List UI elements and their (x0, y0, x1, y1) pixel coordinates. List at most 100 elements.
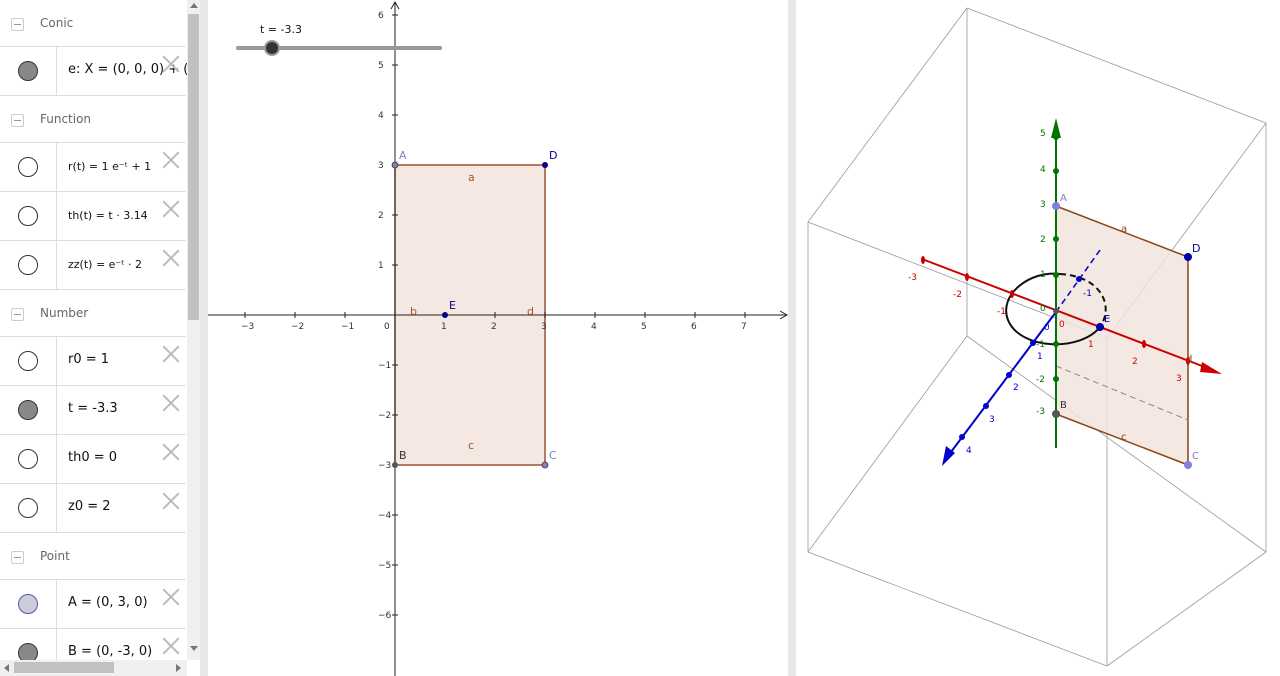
scroll-left-icon[interactable] (4, 664, 9, 672)
algebra-expression[interactable]: r0 = 1 (68, 352, 109, 367)
algebra-row-e[interactable]: e: X = (0, 0, 0) + ( (0, 47, 188, 96)
z-tick-label: 5 (1040, 129, 1046, 139)
point-E-3d[interactable] (1096, 323, 1104, 331)
panel-divider[interactable] (788, 0, 796, 676)
point-label-B-3d: B (1060, 400, 1067, 411)
point-label-D-3d: D (1192, 242, 1200, 255)
x-tick-label: 2 (1132, 357, 1138, 367)
algebra-expression[interactable]: A = (0, 3, 0) (68, 595, 148, 610)
z-tick-label: -3 (1036, 407, 1045, 417)
point-E[interactable] (442, 312, 448, 318)
z-tick-label: 1 (1040, 270, 1046, 280)
point-C-3d[interactable] (1184, 461, 1192, 469)
graphics-view-3d[interactable]: -3 -2 -1 1 2 3 -1 1 2 3 4 5 4 3 2 1 -1 -… (796, 0, 1280, 676)
delete-icon[interactable] (162, 345, 180, 363)
point-D-3d[interactable] (1184, 253, 1192, 261)
marble-cell (0, 192, 57, 240)
algebra-row-r0[interactable]: r0 = 1 (0, 337, 186, 386)
z-tick-label: 3 (1040, 200, 1046, 210)
visibility-toggle-icon[interactable] (18, 351, 38, 371)
delete-icon[interactable] (162, 249, 180, 267)
segment-label-d: d (527, 305, 534, 318)
segment-label-a-3d: a (1121, 224, 1127, 235)
origin-label: 0 (1059, 320, 1065, 330)
point-B[interactable] (392, 462, 398, 468)
segment-label-a: a (468, 171, 475, 184)
x-tick-label: 1 (1088, 340, 1094, 350)
y-tick-label: −5 (378, 561, 391, 571)
panel-divider[interactable] (200, 0, 208, 676)
y-tick-label: 2 (378, 211, 384, 221)
visibility-toggle-icon[interactable] (18, 157, 38, 177)
algebra-expression[interactable]: t = -3.3 (68, 401, 118, 416)
algebra-row-t[interactable]: t = -3.3 (0, 386, 186, 435)
algebra-expression[interactable]: th0 = 0 (68, 450, 117, 465)
delete-icon[interactable] (162, 443, 180, 461)
y-tick-label: −6 (378, 611, 392, 621)
visibility-toggle-icon[interactable] (18, 594, 38, 614)
y-tick-label: −2 (378, 411, 391, 421)
scroll-thumb[interactable] (14, 662, 114, 673)
algebra-expression[interactable]: z0 = 2 (68, 499, 111, 514)
collapse-icon[interactable] (11, 18, 24, 31)
group-header-function[interactable]: Function (0, 96, 186, 143)
origin-label: 0 (1040, 304, 1046, 314)
x-tick-label: -1 (997, 307, 1006, 317)
z-tick-label: 2 (1040, 235, 1046, 245)
delete-icon[interactable] (162, 637, 180, 655)
scroll-up-icon[interactable] (190, 3, 198, 8)
visibility-toggle-icon[interactable] (18, 400, 38, 420)
visibility-toggle-icon[interactable] (18, 206, 38, 226)
visibility-toggle-icon[interactable] (18, 255, 38, 275)
point-D[interactable] (542, 162, 548, 168)
point-B-3d[interactable] (1052, 410, 1060, 418)
visibility-toggle-icon[interactable] (18, 61, 38, 81)
algebra-row-z0[interactable]: z0 = 2 (0, 484, 186, 533)
algebra-row-zz[interactable]: zz(t) = e⁻ᵗ · 2 (0, 241, 186, 290)
point-label-B: B (399, 449, 407, 462)
y-tick-label: −4 (378, 511, 392, 521)
visibility-toggle-icon[interactable] (18, 498, 38, 518)
group-header-point[interactable]: Point (0, 533, 186, 580)
group-header-conic[interactable]: Conic (0, 0, 186, 47)
delete-icon[interactable] (162, 394, 180, 412)
point-A-3d[interactable] (1052, 202, 1060, 210)
scroll-down-icon[interactable] (190, 646, 198, 651)
point-label-E-3d: E (1104, 314, 1110, 325)
graphics-view-2d[interactable]: −3 −2 −1 0 1 2 3 4 5 6 7 654321−1−2−3−4−5−6 a b c … (208, 0, 788, 676)
algebra-row-A[interactable]: A = (0, 3, 0) (0, 580, 186, 629)
point-label-D: D (549, 149, 557, 162)
slider-handle[interactable] (264, 40, 280, 56)
algebra-expression[interactable]: B = (0, -3, 0) (68, 644, 152, 659)
algebra-expression[interactable]: r(t) = 1 e⁻ᵗ + 1 (68, 160, 151, 173)
group-name: Conic (40, 16, 74, 30)
x-tick-label: −2 (291, 322, 304, 332)
algebra-row-th0[interactable]: th0 = 0 (0, 435, 186, 484)
x-tick-label: 5 (641, 322, 647, 332)
point-A[interactable] (391, 161, 399, 169)
point-C[interactable] (541, 461, 549, 469)
algebra-row-r[interactable]: r(t) = 1 e⁻ᵗ + 1 (0, 143, 186, 192)
algebra-expression[interactable]: zz(t) = e⁻ᵗ · 2 (68, 258, 142, 271)
z-tick-label: -1 (1036, 340, 1045, 350)
y-tick-label: 3 (989, 415, 995, 425)
marble-cell (0, 484, 57, 532)
delete-icon[interactable] (162, 588, 180, 606)
scroll-right-icon[interactable] (176, 664, 181, 672)
collapse-icon[interactable] (11, 308, 24, 321)
x-tick-label: 7 (741, 322, 747, 332)
group-header-number[interactable]: Number (0, 290, 186, 337)
delete-icon[interactable] (162, 151, 180, 169)
collapse-icon[interactable] (11, 114, 24, 127)
delete-icon[interactable] (162, 200, 180, 218)
horizontal-scrollbar[interactable] (0, 660, 187, 676)
vertical-scrollbar[interactable] (187, 0, 200, 660)
algebra-expression[interactable]: th(t) = t · 3.14 (68, 209, 148, 222)
collapse-icon[interactable] (11, 551, 24, 564)
algebra-row-th[interactable]: th(t) = t · 3.14 (0, 192, 186, 241)
delete-icon[interactable] (162, 55, 180, 73)
scroll-thumb[interactable] (188, 14, 199, 320)
z-tick-label: -2 (1036, 375, 1045, 385)
delete-icon[interactable] (162, 492, 180, 510)
visibility-toggle-icon[interactable] (18, 449, 38, 469)
